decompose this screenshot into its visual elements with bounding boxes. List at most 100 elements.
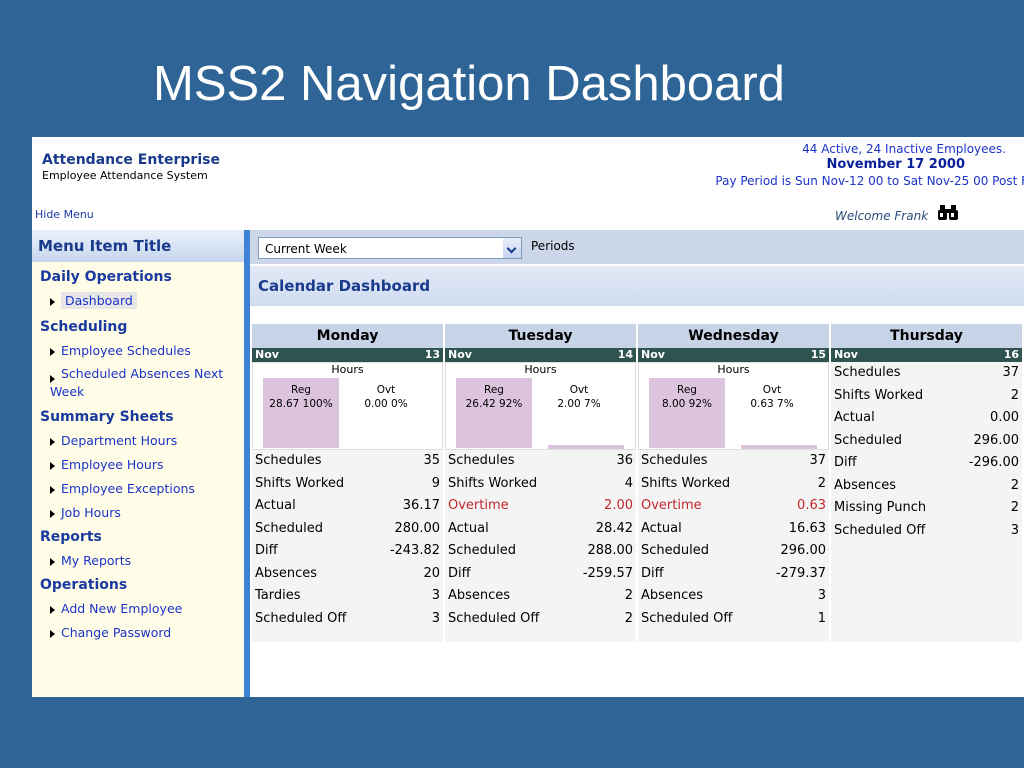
app-subtitle: Employee Attendance System: [42, 169, 208, 182]
hours-label: Hours: [524, 363, 557, 376]
stat-row-overtime[interactable]: Overtime 2.00: [445, 495, 636, 518]
arrow-right-icon: [50, 298, 55, 306]
hide-menu-link[interactable]: Hide Menu: [35, 208, 94, 221]
toolbar: Current Week Periods: [250, 230, 1024, 264]
menu-item-department-hours[interactable]: Department Hours: [32, 429, 244, 453]
menu-item-employee-schedules[interactable]: Employee Schedules: [32, 339, 244, 363]
stat-row[interactable]: Schedules 36: [445, 450, 636, 473]
regular-hours[interactable]: Reg 28.67 100%: [263, 378, 339, 448]
period-select-value: Current Week: [265, 242, 347, 256]
header-info: 44 Active, 24 Inactive Employees. Novemb…: [715, 141, 1024, 189]
stat-row[interactable]: Missing Punch 2: [831, 497, 1022, 520]
stat-row[interactable]: Absences 3: [638, 585, 829, 608]
stat-row[interactable]: Shifts Worked 9: [252, 473, 443, 496]
stat-row[interactable]: Absences 2: [445, 585, 636, 608]
day-month: Nov: [448, 348, 472, 361]
stat-row[interactable]: Tardies 3: [252, 585, 443, 608]
stat-row-overtime[interactable]: Overtime 0.63: [638, 495, 829, 518]
stat-row[interactable]: Shifts Worked 2: [638, 473, 829, 496]
stat-row[interactable]: Actual 28.42: [445, 518, 636, 541]
stat-row[interactable]: Diff -243.82: [252, 540, 443, 563]
menu-item-dashboard[interactable]: Dashboard: [32, 289, 244, 313]
stat-row[interactable]: Scheduled 288.00: [445, 540, 636, 563]
day-name: Thursday: [831, 324, 1022, 348]
app-header: Attendance Enterprise Employee Attendanc…: [32, 137, 1024, 229]
binoculars-icon[interactable]: [937, 204, 959, 222]
day-date: 15: [810, 348, 826, 361]
day-name: Monday: [252, 324, 443, 348]
stat-row[interactable]: Diff -296.00: [831, 452, 1022, 475]
stat-row[interactable]: Scheduled Off 3: [252, 608, 443, 631]
calendar-grid: Monday Nov 13 Hours Reg 28.67 100% Ovt 0.00…: [252, 324, 1024, 642]
stat-row[interactable]: Scheduled Off 1: [638, 608, 829, 631]
stat-row[interactable]: Actual 16.63: [638, 518, 829, 541]
overtime-hours[interactable]: Ovt 2.00 7%: [538, 378, 620, 448]
menu-item-employee-hours[interactable]: Employee Hours: [32, 453, 244, 477]
stat-row[interactable]: Diff -259.57: [445, 563, 636, 586]
arrow-right-icon: [50, 486, 55, 494]
overtime-hours-value: 0.63 7%: [750, 398, 794, 410]
menu-item-employee-exceptions[interactable]: Employee Exceptions: [32, 477, 244, 501]
welcome-text: Welcome Frank: [835, 209, 929, 223]
stat-row[interactable]: Shifts Worked 2: [831, 385, 1022, 408]
sidebar-menu: Menu Item Title Daily Operations Dashboa…: [32, 230, 250, 697]
arrow-right-icon: [50, 510, 55, 518]
stat-row[interactable]: Diff -279.37: [638, 563, 829, 586]
hours-label: Hours: [717, 363, 750, 376]
day-date: 13: [424, 348, 440, 361]
menu-section-reports[interactable]: Reports: [32, 525, 244, 549]
regular-hours[interactable]: Reg 26.42 92%: [456, 378, 532, 448]
pay-period: Pay Period is Sun Nov-12 00 to Sat Nov-2…: [715, 174, 1024, 188]
day-month: Nov: [834, 348, 858, 361]
stat-row[interactable]: Scheduled 296.00: [638, 540, 829, 563]
menu-section-operations[interactable]: Operations: [32, 573, 244, 597]
day-date: 14: [617, 348, 633, 361]
slide-title: MSS2 Navigation Dashboard: [153, 57, 785, 111]
stat-row[interactable]: Scheduled 280.00: [252, 518, 443, 541]
menu-item-change-password[interactable]: Change Password: [32, 621, 244, 645]
menu-item-job-hours[interactable]: Job Hours: [32, 501, 244, 525]
regular-hours-value: 26.42 92%: [465, 398, 523, 410]
overtime-hours[interactable]: Ovt 0.63 7%: [731, 378, 813, 448]
hours-label: Hours: [331, 363, 364, 376]
arrow-right-icon: [50, 606, 55, 614]
menu-item-scheduled-absences-next-week[interactable]: Scheduled Absences Next Week: [32, 363, 240, 405]
stat-row[interactable]: Shifts Worked 4: [445, 473, 636, 496]
stat-row[interactable]: Actual 0.00: [831, 407, 1022, 430]
day-column: Wednesday Nov 15 Hours Reg 8.00 92% Ovt 0.6…: [638, 324, 829, 642]
date-bar: Nov 13: [252, 348, 443, 362]
current-date: November 17 2000: [826, 157, 965, 172]
stat-row[interactable]: Scheduled 296.00: [831, 430, 1022, 453]
day-column: Monday Nov 13 Hours Reg 28.67 100% Ovt 0.00…: [252, 324, 443, 642]
menu-section-summary-sheets[interactable]: Summary Sheets: [32, 405, 244, 429]
date-bar: Nov 15: [638, 348, 829, 362]
stat-row[interactable]: Schedules 37: [638, 450, 829, 473]
stat-row[interactable]: Absences 20: [252, 563, 443, 586]
menu-section-daily-operations[interactable]: Daily Operations: [32, 265, 244, 289]
hours-summary: Hours Reg 8.00 92% Ovt 0.63 7%: [638, 362, 829, 450]
main-content: Current Week Periods Calendar Dashboard …: [250, 230, 1024, 697]
regular-hours[interactable]: Reg 8.00 92%: [649, 378, 725, 448]
stat-row[interactable]: Absences 2: [831, 475, 1022, 498]
stat-row[interactable]: Scheduled Off 3: [831, 520, 1022, 543]
stat-row[interactable]: Schedules 37: [831, 362, 1022, 385]
date-bar: Nov 16: [831, 348, 1022, 362]
arrow-right-icon: [50, 375, 55, 383]
stat-row[interactable]: Actual 36.17: [252, 495, 443, 518]
day-column: Tuesday Nov 14 Hours Reg 26.42 92% Ovt 2.00…: [445, 324, 636, 642]
overtime-hours[interactable]: Ovt 0.00 0%: [345, 378, 427, 448]
menu-item-my-reports[interactable]: My Reports: [32, 549, 244, 573]
arrow-right-icon: [50, 462, 55, 470]
stat-row[interactable]: Schedules 35: [252, 450, 443, 473]
chevron-down-icon[interactable]: [503, 238, 521, 258]
hours-summary: Hours Reg 28.67 100% Ovt 0.00 0%: [252, 362, 443, 450]
employee-count: 44 Active, 24 Inactive Employees.: [802, 142, 1006, 156]
period-select[interactable]: Current Week: [258, 237, 522, 259]
stat-row[interactable]: Scheduled Off 2: [445, 608, 636, 631]
menu-item-add-new-employee[interactable]: Add New Employee: [32, 597, 244, 621]
day-column: Thursday Nov 16 Schedules 37 Shifts Worked…: [831, 324, 1022, 642]
arrow-right-icon: [50, 438, 55, 446]
arrow-right-icon: [50, 630, 55, 638]
overtime-hours-value: 2.00 7%: [557, 398, 601, 410]
menu-section-scheduling[interactable]: Scheduling: [32, 315, 244, 339]
